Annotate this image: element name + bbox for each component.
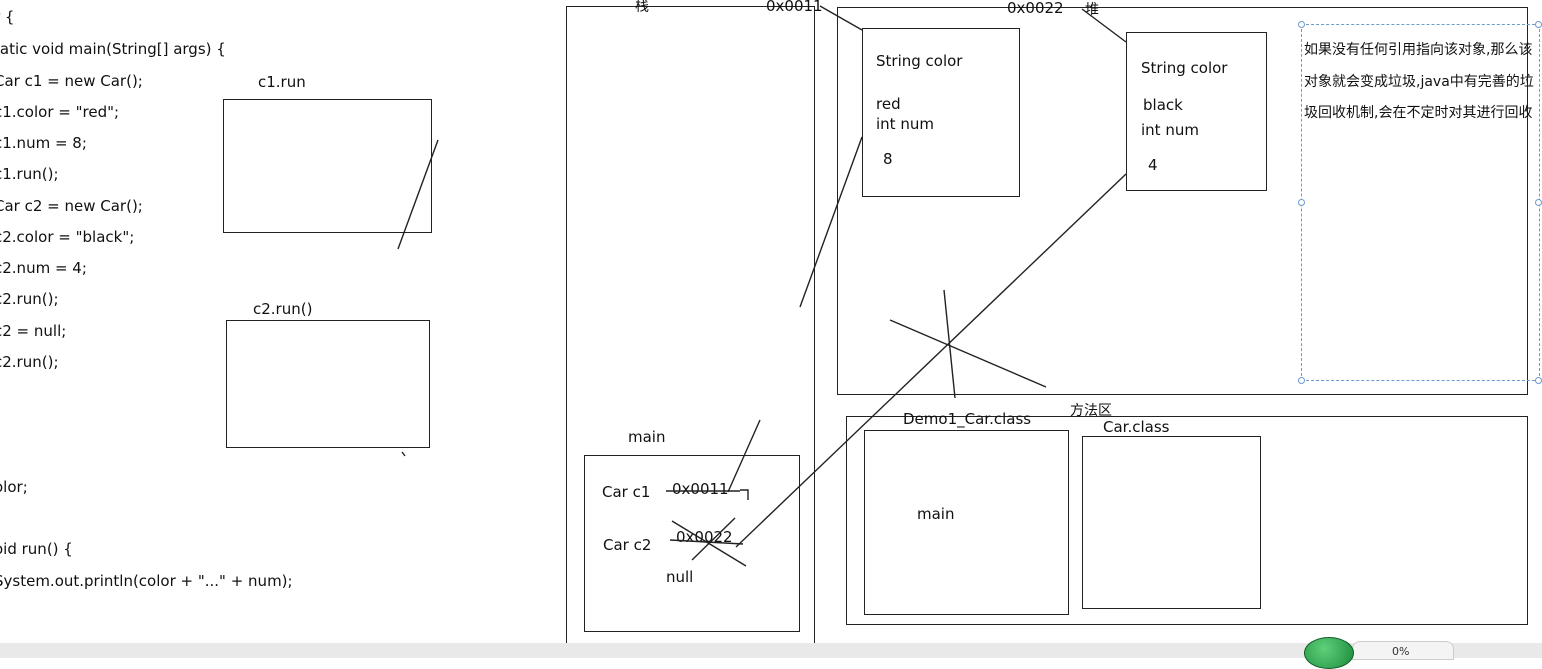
c2-cross-stroke	[691, 517, 736, 561]
obj1-address-leader	[819, 5, 863, 31]
c1-mark	[740, 489, 749, 500]
c2-frame-mark	[401, 451, 406, 457]
taskbar-percent: 0%	[1392, 645, 1410, 658]
c1-frame-strike	[397, 139, 439, 250]
c1-pointer-tick	[727, 419, 761, 493]
c1-pointer-line	[799, 136, 863, 308]
obj2-address-leader	[1081, 8, 1127, 43]
c2-pointer-line	[735, 173, 1127, 548]
annotation-strokes	[397, 5, 1127, 567]
start-orb-icon[interactable]	[1304, 637, 1354, 669]
